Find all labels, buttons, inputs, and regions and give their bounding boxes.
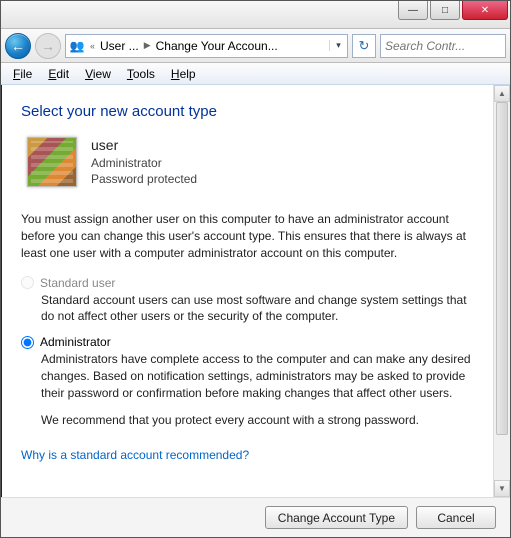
user-name: user — [91, 136, 197, 155]
chevron-left-icon: « — [88, 41, 97, 51]
option-standard: Standard user Standard account users can… — [21, 276, 473, 326]
user-info: user Administrator Password protected — [91, 136, 197, 187]
minimize-icon: — — [408, 5, 418, 16]
menu-file[interactable]: File — [5, 65, 40, 83]
chevron-right-icon: ▶ — [142, 40, 153, 51]
radio-standard — [21, 276, 34, 289]
menu-tools[interactable]: Tools — [119, 65, 163, 83]
chevron-up-icon: ▲ — [498, 89, 506, 98]
vertical-scrollbar[interactable]: ▲ ▼ — [493, 85, 510, 497]
cancel-button[interactable]: Cancel — [416, 506, 496, 529]
breadcrumb-parent[interactable]: User ... — [97, 39, 142, 53]
menubar: File Edit View Tools Help — [1, 63, 510, 85]
scroll-down-button[interactable]: ▼ — [494, 480, 510, 497]
maximize-icon: □ — [442, 5, 448, 16]
change-account-type-button[interactable]: Change Account Type — [265, 506, 408, 529]
refresh-icon: ↻ — [359, 38, 370, 54]
radio-administrator-label: Administrator — [40, 335, 111, 349]
standard-description: Standard account users can use most soft… — [41, 292, 473, 326]
breadcrumb-dropdown[interactable]: ▾ — [329, 40, 347, 51]
recommendation-text: We recommend that you protect every acco… — [41, 412, 473, 429]
arrow-right-icon: → — [41, 38, 55, 54]
option-administrator: Administrator Administrators have comple… — [21, 335, 473, 401]
scroll-thumb[interactable] — [496, 102, 508, 435]
menu-help[interactable]: Help — [163, 65, 204, 83]
user-role: Administrator — [91, 155, 197, 171]
maximize-button[interactable]: □ — [430, 1, 460, 20]
close-icon: ✕ — [481, 5, 489, 16]
content-area: Select your new account type user Admini… — [1, 85, 510, 497]
nav-toolbar: ← → 👥 « User ... ▶ Change Your Accoun...… — [1, 29, 510, 63]
control-panel-window: — □ ✕ ← → 👥 « User ... ▶ Change Your Acc… — [0, 0, 511, 538]
close-button[interactable]: ✕ — [462, 1, 508, 20]
menu-view[interactable]: View — [77, 65, 119, 83]
breadcrumb-current[interactable]: Change Your Accoun... — [153, 39, 329, 53]
search-input[interactable] — [385, 39, 501, 53]
forward-button: → — [35, 33, 61, 59]
arrow-left-icon: ← — [11, 38, 25, 54]
refresh-button[interactable]: ↻ — [352, 34, 376, 58]
radio-administrator[interactable] — [21, 336, 34, 349]
user-accounts-icon: 👥 — [68, 37, 86, 55]
help-link[interactable]: Why is a standard account recommended? — [21, 448, 249, 462]
breadcrumb[interactable]: 👥 « User ... ▶ Change Your Accoun... ▾ — [65, 34, 348, 58]
button-bar: Change Account Type Cancel — [1, 497, 510, 537]
minimize-button[interactable]: — — [398, 1, 428, 20]
page-title: Select your new account type — [21, 103, 473, 120]
administrator-description: Administrators have complete access to t… — [41, 351, 473, 401]
chevron-down-icon: ▾ — [336, 40, 341, 51]
main-panel: Select your new account type user Admini… — [1, 85, 493, 497]
menu-edit[interactable]: Edit — [40, 65, 77, 83]
scroll-track[interactable] — [494, 102, 510, 480]
scroll-up-button[interactable]: ▲ — [494, 85, 510, 102]
user-protection: Password protected — [91, 171, 197, 187]
radio-standard-label: Standard user — [40, 276, 115, 290]
back-button[interactable]: ← — [5, 33, 31, 59]
search-box[interactable] — [380, 34, 506, 58]
titlebar: — □ ✕ — [1, 1, 510, 29]
chevron-down-icon: ▼ — [498, 484, 506, 493]
user-avatar — [27, 137, 77, 187]
user-summary: user Administrator Password protected — [27, 136, 473, 187]
notice-text: You must assign another user on this com… — [21, 211, 473, 261]
